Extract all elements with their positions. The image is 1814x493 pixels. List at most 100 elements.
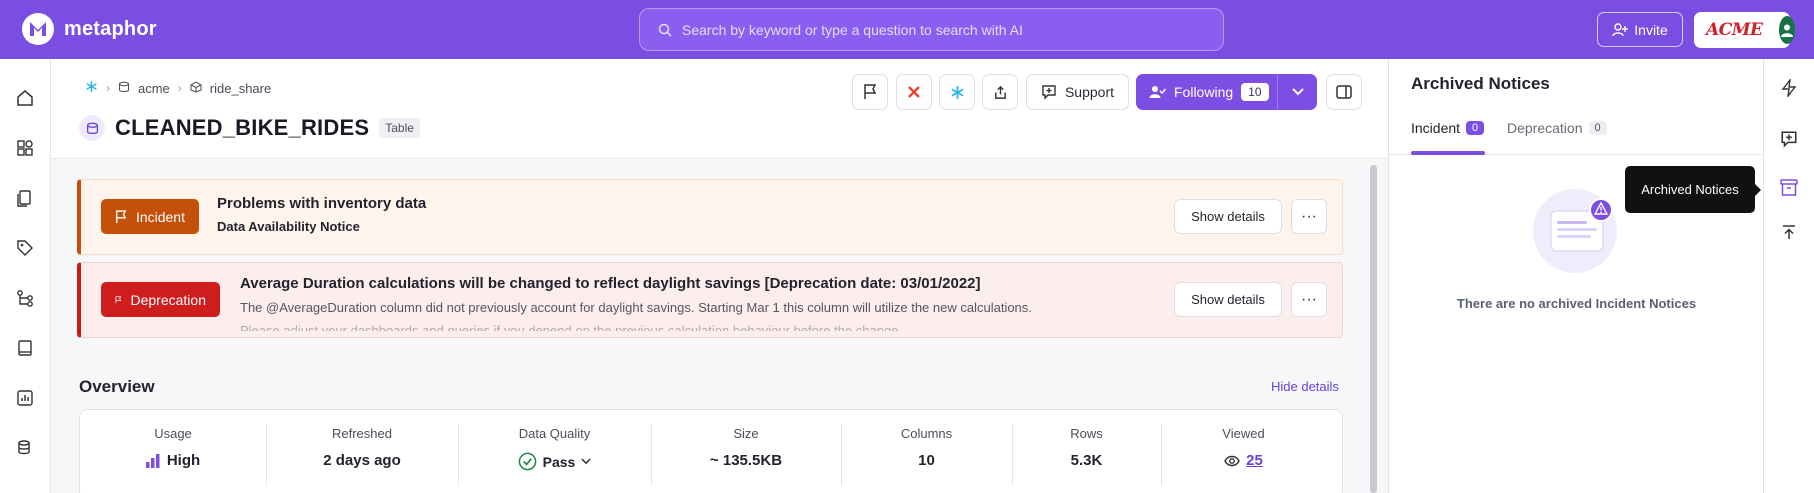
more-icon: ··· (1301, 207, 1317, 225)
stat-value-usage: High (80, 452, 266, 469)
archived-notices-panel: Archived Notices Incident 0 Deprecation … (1388, 59, 1764, 493)
home-icon[interactable] (14, 87, 36, 109)
incident-title: Problems with inventory data (217, 195, 427, 212)
following-button[interactable]: Following 10 (1136, 74, 1317, 110)
deprecation-show-details-button[interactable]: Show details (1174, 282, 1282, 317)
breadcrumb-item-database[interactable]: acme (138, 81, 170, 96)
stat-rows: Rows 5.3K (1012, 410, 1161, 493)
user-check-icon (1149, 86, 1166, 98)
panel-title: Archived Notices (1411, 74, 1550, 93)
stat-label: Data Quality (518, 426, 591, 441)
following-count: 10 (1241, 83, 1269, 101)
stat-label: Usage (154, 426, 192, 441)
flag-icon (116, 209, 127, 223)
invite-label: Invite (1634, 21, 1668, 38)
tab-deprecation[interactable]: Deprecation 0 (1507, 120, 1607, 136)
asset-content: Incident Problems with inventory data Da… (51, 159, 1388, 493)
following-toggle[interactable]: Following 10 (1136, 74, 1278, 110)
support-button[interactable]: Support (1026, 74, 1129, 110)
snowflake-button[interactable] (939, 74, 975, 110)
chevron-right-icon: › (106, 81, 110, 95)
book-icon[interactable] (14, 337, 36, 359)
metaphor-logo-icon (22, 13, 54, 45)
main-content: › acme › ride_share CLEANED_BIKE_RIDES T… (51, 59, 1388, 493)
tab-deprecation-label: Deprecation (1507, 120, 1583, 136)
org-user-menu[interactable]: ACME (1694, 12, 1795, 48)
tab-incident-label: Incident (1411, 120, 1461, 136)
database-icon[interactable] (14, 437, 36, 459)
tooltip: Archived Notices (1625, 166, 1761, 213)
app-logo[interactable]: metaphor (22, 13, 157, 45)
share-button[interactable] (982, 74, 1018, 110)
right-rail (1763, 59, 1814, 493)
top-bar: metaphor Search by keyword or type a que… (0, 0, 1814, 59)
title-row: CLEANED_BIKE_RIDES Table (79, 115, 420, 141)
activity-icon[interactable] (1778, 77, 1800, 99)
deprecation-more-button[interactable]: ··· (1291, 282, 1327, 317)
stat-refreshed: Refreshed 2 days ago (266, 410, 458, 493)
overview-title: Overview (79, 377, 155, 396)
empty-state-illustration (1533, 189, 1617, 273)
table-icon (79, 115, 105, 141)
deprecation-description: The @AverageDuration column did not prev… (240, 300, 1032, 315)
hide-details-link[interactable]: Hide details (1271, 379, 1339, 394)
breadcrumb-item-schema[interactable]: ride_share (210, 81, 271, 96)
incident-notice: Incident Problems with inventory data Da… (77, 179, 1343, 255)
asset-type-badge: Table (379, 118, 420, 138)
chevron-right-icon: › (177, 81, 182, 95)
integration-button[interactable] (896, 74, 932, 110)
deprecation-tag: Deprecation (101, 282, 220, 317)
tab-incident[interactable]: Incident 0 (1411, 120, 1485, 136)
add-comment-icon[interactable] (1778, 128, 1800, 150)
incident-more-button[interactable]: ··· (1291, 199, 1327, 234)
overview-stats: Usage High Refreshed 2 days ago Data Qua… (79, 409, 1343, 493)
deprecation-tag-label: Deprecation (130, 291, 207, 308)
org-logo: ACME (1706, 20, 1763, 40)
active-tab-indicator (1411, 151, 1485, 155)
tag-icon[interactable] (14, 237, 36, 259)
toggle-panel-button[interactable] (1326, 74, 1362, 110)
support-icon (1042, 85, 1056, 100)
chevron-down-icon[interactable] (1278, 88, 1317, 96)
stat-viewed: Viewed 25 (1161, 410, 1326, 493)
stat-data-quality[interactable]: Data Quality Pass (458, 410, 651, 493)
sidebar-panel-icon (1336, 85, 1352, 99)
breadcrumb: › acme › ride_share (85, 80, 271, 96)
usage-bars-icon (145, 453, 160, 468)
stat-label: Size (733, 426, 759, 441)
lineage-icon[interactable] (14, 287, 36, 309)
deprecation-description-overflow: Please adjust your dashboards and querie… (240, 323, 903, 331)
stat-label: Viewed (1222, 426, 1265, 441)
documents-icon[interactable] (14, 187, 36, 209)
dashboard-icon[interactable] (14, 387, 36, 409)
deprecation-title: Average Duration calculations will be ch… (240, 275, 981, 292)
flag-button[interactable] (852, 74, 888, 110)
following-label: Following (1174, 84, 1234, 100)
stat-value-viewed[interactable]: 25 (1161, 452, 1326, 469)
panel-tabs: Incident 0 Deprecation 0 (1389, 109, 1764, 155)
viewed-count-link[interactable]: 25 (1246, 452, 1263, 469)
apps-icon[interactable] (14, 137, 36, 159)
stat-size: Size ~ 135.5KB (651, 410, 841, 493)
incident-show-details-button[interactable]: Show details (1174, 199, 1282, 234)
more-icon: ··· (1301, 290, 1317, 308)
database-icon (118, 81, 130, 96)
snowflake-icon (951, 85, 963, 99)
scrollbar[interactable] (1370, 165, 1377, 493)
snowflake-icon[interactable] (85, 80, 98, 96)
stat-value-data-quality[interactable]: Pass (458, 452, 651, 471)
search-placeholder: Search by keyword or type a question to … (682, 21, 1023, 38)
page-title: CLEANED_BIKE_RIDES (115, 115, 370, 140)
collapse-up-icon[interactable] (1778, 221, 1800, 243)
stat-value-size: ~ 135.5KB (709, 452, 783, 469)
invite-button[interactable]: Invite (1597, 12, 1683, 47)
asset-header: › acme › ride_share CLEANED_BIKE_RIDES T… (51, 59, 1388, 159)
usage-value: High (166, 452, 201, 469)
empty-state-text: There are no archived Incident Notices (1456, 296, 1697, 311)
schema-icon (190, 80, 202, 96)
flag-icon (864, 84, 877, 99)
archive-icon[interactable] (1778, 176, 1800, 198)
incident-subtitle: Data Availability Notice (217, 219, 360, 234)
stat-value-refreshed: 2 days ago (323, 452, 401, 469)
search-input[interactable]: Search by keyword or type a question to … (639, 8, 1224, 51)
